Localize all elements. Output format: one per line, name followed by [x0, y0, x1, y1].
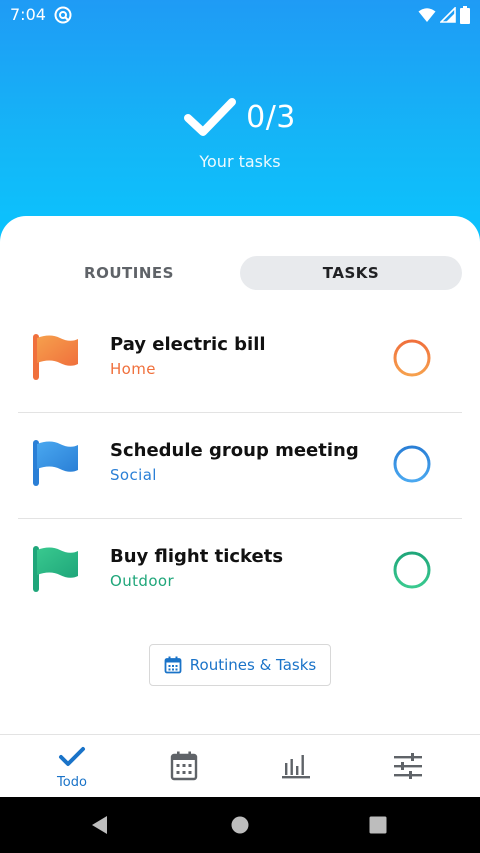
flag-icon [33, 440, 78, 486]
task-title: Pay electric bill [110, 334, 266, 355]
nav-calendar[interactable] [128, 735, 240, 798]
app-notification-icon [54, 6, 72, 24]
score-subtitle: Your tasks [199, 152, 281, 171]
recents-icon[interactable] [369, 816, 387, 834]
tab-tasks[interactable]: TASKS [240, 256, 462, 290]
bar-chart-icon [282, 755, 310, 779]
score-count: 0/3 [246, 99, 296, 135]
complete-circle-icon[interactable] [392, 338, 432, 378]
task-score: 0/3 [0, 96, 480, 138]
battery-icon [460, 6, 470, 24]
tab-routines[interactable]: ROUTINES [18, 256, 240, 290]
routines-tasks-label: Routines & Tasks [189, 656, 317, 674]
nav-todo-label: Todo [57, 775, 87, 790]
calendar-icon [170, 751, 198, 781]
system-nav-bar [0, 797, 480, 853]
task-title: Schedule group meeting [110, 440, 359, 461]
flag-icon [33, 546, 78, 592]
signal-icon [440, 7, 456, 23]
nav-todo[interactable]: Todo [16, 735, 128, 798]
home-icon[interactable] [231, 816, 249, 834]
calendar-icon [164, 656, 182, 674]
routines-tasks-button[interactable]: Routines & Tasks [149, 644, 331, 686]
tab-bar: ROUTINES TASKS [18, 256, 462, 290]
bottom-nav: Todo [0, 734, 480, 797]
status-bar: 7:04 [0, 0, 480, 30]
task-category: Outdoor [110, 572, 175, 590]
complete-circle-icon[interactable] [392, 444, 432, 484]
task-category: Home [110, 360, 156, 378]
nav-stats[interactable] [240, 735, 352, 798]
task-item[interactable]: Schedule group meeting Social [18, 412, 462, 518]
task-category: Social [110, 466, 157, 484]
flag-icon [33, 334, 78, 380]
check-icon [59, 747, 85, 766]
complete-circle-icon[interactable] [392, 550, 432, 590]
back-icon[interactable] [90, 815, 110, 835]
wifi-icon [418, 8, 436, 22]
task-item[interactable]: Buy flight tickets Outdoor [18, 518, 462, 624]
check-icon [184, 98, 237, 136]
sliders-icon [394, 753, 422, 779]
task-item[interactable]: Pay electric bill Home [18, 306, 462, 412]
task-title: Buy flight tickets [110, 546, 284, 567]
nav-settings[interactable] [352, 735, 464, 798]
main-card: ROUTINES TASKS Pay electric bill Home Sc… [0, 216, 480, 734]
status-time: 7:04 [10, 5, 46, 24]
